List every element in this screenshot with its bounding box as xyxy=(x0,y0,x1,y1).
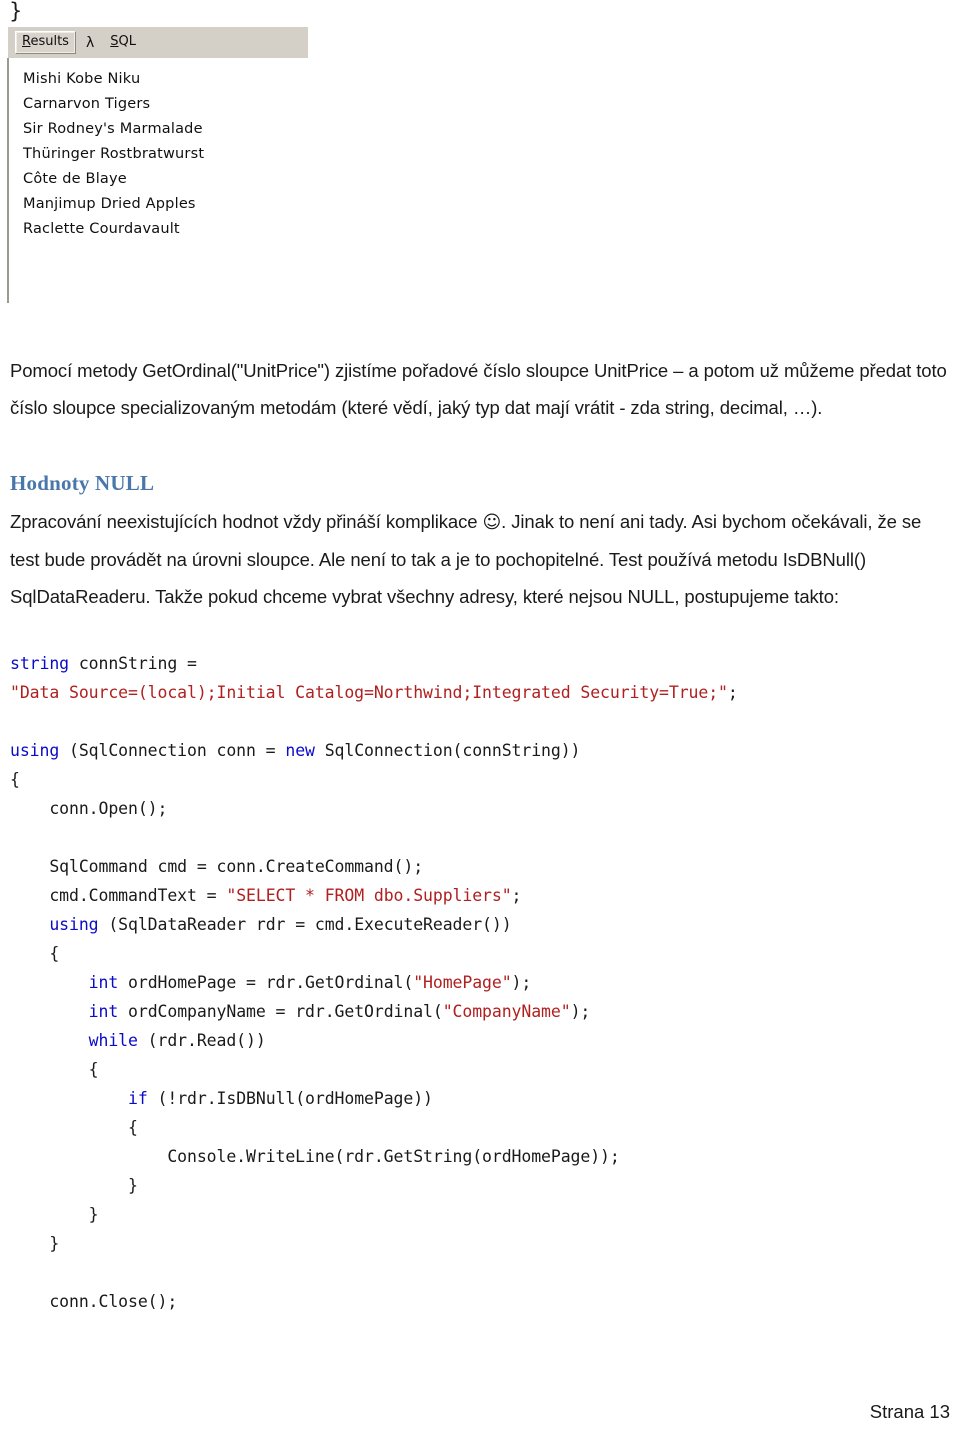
code-text: conn.Open(); xyxy=(10,798,168,818)
tab-sql-label: QL xyxy=(118,34,136,49)
code-keyword: int xyxy=(88,972,119,992)
code-text: ordCompanyName = rdr.GetOrdinal( xyxy=(118,1001,443,1021)
code-line: string connString = xyxy=(10,654,197,673)
embedded-screenshot: } Results λ SQL Mishi Kobe Niku Carnarvo… xyxy=(0,0,320,303)
list-item: Raclette Courdavault xyxy=(23,221,180,237)
code-text: ; xyxy=(727,682,738,702)
code-keyword: using xyxy=(10,740,60,760)
code-text: SqlConnection(connString)) xyxy=(314,740,581,760)
code-string: "CompanyName" xyxy=(442,1001,571,1021)
code-line: conn.Open(); xyxy=(10,799,167,818)
tab-strip: Results λ SQL xyxy=(7,26,309,58)
code-line: SqlCommand cmd = conn.CreateCommand(); xyxy=(10,857,423,876)
code-text: } xyxy=(10,1175,138,1195)
code-line: using (SqlDataReader rdr = cmd.ExecuteRe… xyxy=(10,914,512,934)
code-text: (!rdr.IsDBNull(ordHomePage)) xyxy=(147,1088,433,1108)
code-text: (SqlDataReader rdr = cmd.ExecuteReader()… xyxy=(98,914,512,934)
code-string: "HomePage" xyxy=(413,972,512,992)
lambda-icon: λ xyxy=(85,34,95,51)
tab-results[interactable]: Results xyxy=(15,31,76,54)
list-item: Côte de Blaye xyxy=(23,171,127,187)
code-text: ordHomePage = rdr.GetOrdinal( xyxy=(118,972,414,992)
code-keyword: if xyxy=(128,1088,148,1108)
code-keyword: int xyxy=(88,1001,119,1021)
code-text: Console.WriteLine(rdr.GetString(ordHomeP… xyxy=(10,1146,620,1166)
code-line: cmd.CommandText = "SELECT * FROM dbo.Sup… xyxy=(10,886,521,905)
code-text: connString = xyxy=(69,653,197,673)
code-text: ); xyxy=(570,1001,591,1021)
code-text: (SqlConnection conn = xyxy=(59,740,286,760)
paragraph-getordinal: Pomocí metody GetOrdinal("UnitPrice") zj… xyxy=(10,359,947,418)
code-text: { xyxy=(10,769,20,789)
code-line: } xyxy=(10,1176,138,1195)
smiley-icon: ☺ xyxy=(482,511,502,533)
page-footer: Strana 13 xyxy=(869,1401,950,1422)
code-text: SqlCommand cmd = conn.CreateCommand(); xyxy=(10,856,424,876)
paragraph-null-handling: Zpracování neexistujících hodnot vždy př… xyxy=(10,503,950,615)
list-item: Thüringer Rostbratwurst xyxy=(23,146,205,162)
code-line: int ordHomePage = rdr.GetOrdinal("HomePa… xyxy=(10,972,532,992)
list-item: Mishi Kobe Niku xyxy=(23,71,141,87)
tab-sql-accelerator: S xyxy=(110,34,119,49)
code-keyword: using xyxy=(49,914,99,934)
code-line: } xyxy=(10,1205,99,1224)
code-string: "Data Source=(local);Initial Catalog=Nor… xyxy=(10,682,728,702)
code-text: { xyxy=(10,1117,138,1137)
code-line: "Data Source=(local);Initial Catalog=Nor… xyxy=(10,683,738,702)
code-keyword: new xyxy=(285,740,315,760)
code-text: } xyxy=(10,1233,60,1253)
code-line: conn.Close(); xyxy=(10,1292,177,1311)
tab-results-label: esults xyxy=(30,34,69,49)
tab-lambda[interactable]: λ xyxy=(82,33,98,53)
code-line: { xyxy=(10,944,59,963)
code-line: } xyxy=(10,1234,59,1253)
tab-sql[interactable]: SQL xyxy=(104,32,142,53)
code-keyword: while xyxy=(88,1030,138,1050)
results-list[interactable]: Mishi Kobe Niku Carnarvon Tigers Sir Rod… xyxy=(7,58,309,303)
code-line: Console.WriteLine(rdr.GetString(ordHomeP… xyxy=(10,1146,620,1166)
code-line: { xyxy=(10,770,20,789)
code-text: cmd.CommandText = xyxy=(10,885,227,905)
code-text: conn.Close(); xyxy=(10,1291,178,1311)
code-line: { xyxy=(10,1118,138,1137)
code-line: int ordCompanyName = rdr.GetOrdinal("Com… xyxy=(10,1001,591,1021)
code-keyword: string xyxy=(10,653,70,673)
list-item: Sir Rodney's Marmalade xyxy=(23,121,203,137)
code-text: (rdr.Read()) xyxy=(137,1030,266,1050)
code-line: while (rdr.Read()) xyxy=(10,1031,266,1050)
heading-hodnoty-null: Hodnoty NULL xyxy=(10,471,155,496)
code-block-sqldatareader: string connString = "Data Source=(local)… xyxy=(10,649,738,1316)
code-text: ; xyxy=(511,885,522,905)
code-line: using (SqlConnection conn = new SqlConne… xyxy=(10,741,580,760)
code-text: } xyxy=(10,1204,99,1224)
code-line: { xyxy=(10,1060,99,1079)
results-window: Results λ SQL Mishi Kobe Niku Carnarvon … xyxy=(7,26,309,303)
code-string: "SELECT * FROM dbo.Suppliers" xyxy=(226,885,512,905)
code-line: if (!rdr.IsDBNull(ordHomePage)) xyxy=(10,1089,433,1108)
list-item: Carnarvon Tigers xyxy=(23,96,151,112)
stray-closing-brace: } xyxy=(9,0,23,23)
code-text: { xyxy=(10,1059,99,1079)
code-text: ); xyxy=(511,972,532,992)
list-item: Manjimup Dried Apples xyxy=(23,196,196,212)
paragraph-null-part1: Zpracování neexistujících hodnot vždy př… xyxy=(10,510,483,532)
code-text: { xyxy=(10,943,60,963)
